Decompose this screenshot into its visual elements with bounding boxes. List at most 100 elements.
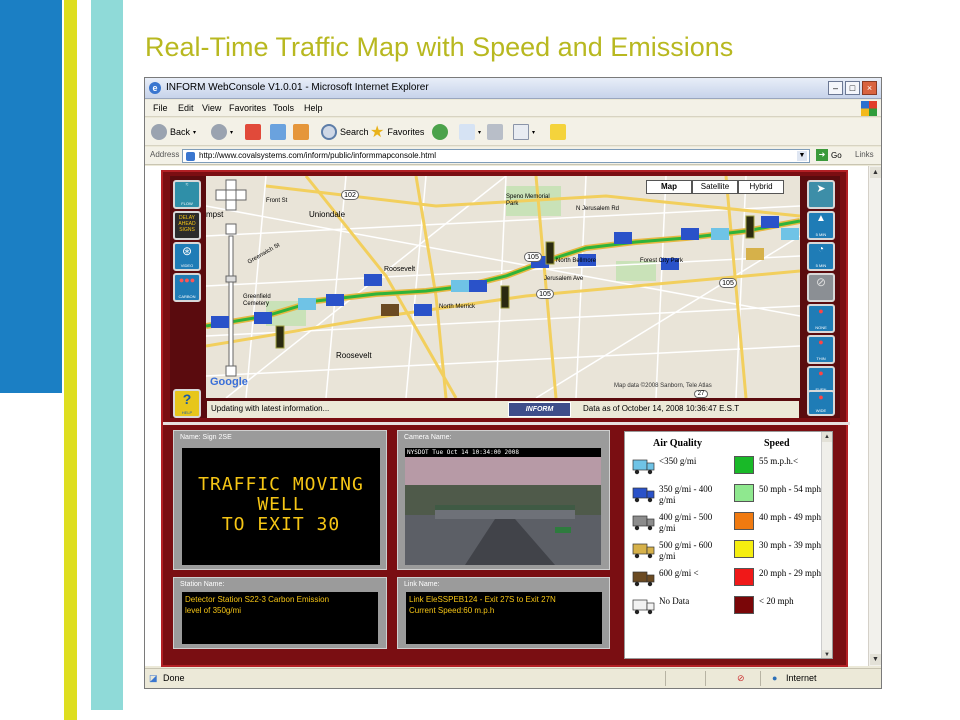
update-status: Updating with latest information... — [211, 404, 330, 413]
right-button-2[interactable]: ▲ 5 MIN — [807, 211, 835, 240]
truck-icon — [632, 568, 656, 588]
search-button[interactable]: Search — [321, 123, 369, 141]
speed-color-swatch — [734, 540, 754, 558]
message-sign-display: TRAFFIC MOVING WELL TO EXIT 30 — [182, 448, 380, 565]
speed-range: 50 mph - 54 mph — [759, 484, 821, 494]
camera-name-label: Camera Name: — [404, 434, 452, 441]
security-icon: ⊘ — [737, 673, 745, 683]
speed-color-swatch — [734, 596, 754, 614]
film-icon: ⊛ — [181, 244, 193, 258]
station-line: level of 350g/mi — [185, 606, 242, 615]
scroll-down-icon[interactable]: ▼ — [870, 654, 881, 665]
speed-color-swatch — [734, 456, 754, 474]
maximize-button[interactable]: □ — [845, 81, 860, 95]
close-button[interactable]: × — [862, 81, 877, 95]
go-button[interactable]: ➜ Go — [816, 149, 842, 161]
delay-ahead-signs-button[interactable]: DELAY AHEAD SIGNS — [173, 211, 201, 240]
map-type-satellite[interactable]: Satellite — [692, 180, 738, 194]
stop-button[interactable] — [245, 123, 261, 141]
link-info: Link EleSSPEB124 - Exit 27S to Exit 27N … — [406, 592, 602, 644]
video-button[interactable]: ⊛ VIDEO — [173, 242, 201, 271]
note-icon — [550, 124, 566, 140]
truck-icon — [632, 456, 656, 476]
status-text: Done — [163, 673, 185, 683]
legend-row: 500 g/mi - 600 g/mi 30 mph - 39 mph — [625, 538, 821, 565]
width-none-button[interactable]: ● NONE — [807, 304, 835, 333]
links-button[interactable]: Links — [855, 150, 874, 159]
address-dropdown-icon[interactable]: ▼ — [797, 151, 807, 161]
panel-divider — [163, 422, 850, 425]
air-quality-range: 500 g/mi - 600 g/mi — [659, 540, 713, 561]
air-quality-range: 400 g/mi - 500 g/mi — [659, 512, 713, 533]
right-button-4[interactable]: ⊘ — [807, 273, 835, 302]
scroll-up-icon[interactable]: ▲ — [822, 432, 832, 442]
help-button[interactable]: ? HELP — [173, 389, 201, 418]
legend-scrollbar[interactable]: ▲ ▼ — [821, 432, 832, 658]
camera-image — [405, 457, 601, 565]
carbon-button[interactable]: ●●● CARBON — [173, 273, 201, 302]
flow-button[interactable]: ≈ FLOW — [173, 180, 201, 209]
street-label: Front St — [266, 198, 288, 204]
forward-arrow-icon — [211, 124, 227, 140]
menu-view[interactable]: View — [202, 103, 221, 113]
menu-favorites[interactable]: Favorites — [229, 103, 266, 113]
place-label: North Merrick — [439, 304, 476, 310]
refresh-button[interactable] — [270, 123, 286, 141]
forward-button[interactable]: ▾ — [211, 123, 233, 141]
favorites-button[interactable]: ★ Favorites — [370, 123, 424, 141]
decorative-yellow-bar — [64, 0, 77, 720]
traffic-map[interactable]: 102 105 105 105 27 Uniondale Roosevelt R… — [206, 176, 800, 398]
sign-panel: Name: Sign 2SE TRAFFIC MOVING WELL TO EX… — [173, 430, 387, 570]
map-data-credit: Map data ©2008 Sanborn, Tele Atlas — [614, 383, 712, 389]
menu-tools[interactable]: Tools — [273, 103, 294, 113]
window-title: INFORM WebConsole V1.0.01 - Microsoft In… — [166, 82, 429, 93]
camera-feed[interactable]: NYSDOT Tue Oct 14 10:34:00 2008 — [405, 448, 601, 565]
sign-line: TRAFFIC MOVING — [198, 474, 364, 495]
air-quality-range: No Data — [659, 596, 690, 606]
address-bar: Address http://www.covalsystems.com/info… — [145, 147, 881, 165]
menu-edit[interactable]: Edit — [178, 103, 194, 113]
data-timestamp: Data as of October 14, 2008 10:36:47 E.S… — [583, 404, 740, 413]
menu-file[interactable]: File — [153, 103, 168, 113]
page-scrollbar[interactable]: ▲ ▼ — [868, 166, 881, 666]
route-shield: 105 — [719, 278, 737, 288]
toolbar: Back ▾ ▾ Search ★ Favorites ▾ ▾ — [145, 118, 881, 146]
truck-icon — [632, 484, 656, 504]
scroll-up-icon[interactable]: ▲ — [870, 167, 881, 178]
dot-icon: ● — [818, 368, 824, 378]
browser-window: e INFORM WebConsole V1.0.01 - Microsoft … — [144, 77, 882, 689]
word-icon — [513, 124, 529, 140]
speed-header: Speed — [764, 438, 790, 449]
messenger-button[interactable] — [550, 123, 566, 141]
globe-icon: ● — [772, 673, 778, 683]
link-name-label: Link Name: — [404, 581, 440, 588]
right-button-1[interactable]: ➤ — [807, 180, 835, 209]
home-button[interactable] — [293, 123, 309, 141]
legend-row: 350 g/mi - 400 g/mi 50 mph - 54 mph — [625, 482, 821, 509]
print-button[interactable] — [487, 123, 503, 141]
menu-help[interactable]: Help — [304, 103, 323, 113]
minimize-button[interactable]: – — [828, 81, 843, 95]
street-label: Jerusalem Ave — [544, 276, 584, 282]
search-icon — [321, 124, 337, 140]
map-type-map[interactable]: Map — [646, 180, 692, 194]
width-wide-button[interactable]: ● WIDE — [807, 390, 835, 416]
slide-title: Real-Time Traffic Map with Speed and Emi… — [145, 32, 734, 62]
edit-button[interactable]: ▾ — [513, 123, 535, 141]
zone-text: Internet — [786, 673, 817, 683]
right-button-3[interactable]: ◔ 5 MIN — [807, 242, 835, 271]
back-button[interactable]: Back ▾ — [151, 123, 196, 141]
window-titlebar: e INFORM WebConsole V1.0.01 - Microsoft … — [145, 78, 881, 99]
address-input[interactable]: http://www.covalsystems.com/inform/publi… — [182, 149, 810, 163]
history-button[interactable] — [432, 123, 448, 141]
map-type-hybrid[interactable]: Hybrid — [738, 180, 784, 194]
windows-logo-icon — [861, 101, 877, 116]
scroll-down-icon[interactable]: ▼ — [822, 650, 832, 658]
mail-button[interactable]: ▾ — [459, 123, 481, 141]
air-quality-range: 600 g/mi < — [659, 568, 699, 578]
page-icon — [186, 152, 195, 161]
place-label: North Bellmore — [556, 258, 597, 264]
camera-overlay-text: NYSDOT Tue Oct 14 10:34:00 2008 — [405, 448, 601, 457]
width-thin-button[interactable]: ● THIN — [807, 335, 835, 364]
go-arrow-icon: ➜ — [816, 149, 828, 161]
